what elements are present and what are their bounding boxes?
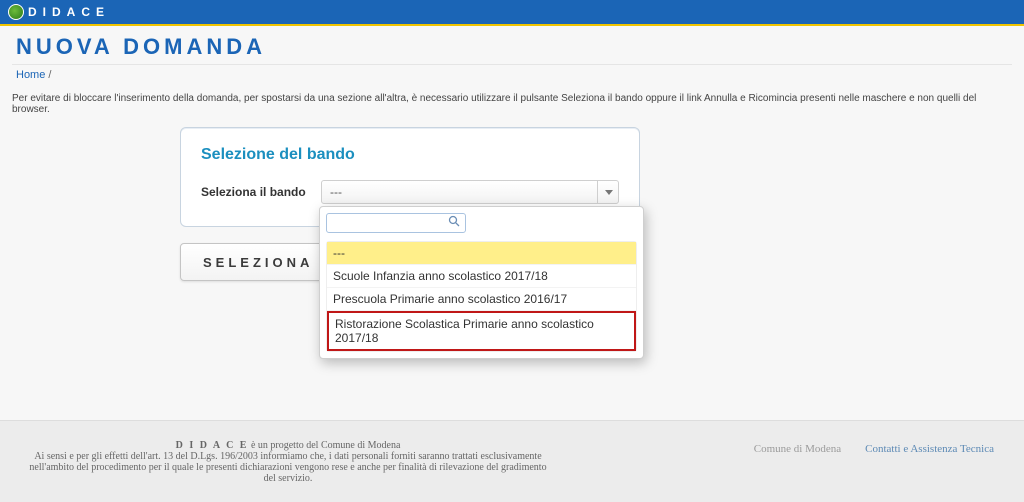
- header-bar: DIDACE: [0, 0, 1024, 26]
- breadcrumb-home[interactable]: Home: [16, 69, 45, 81]
- footer-link-tech[interactable]: Contatti e Assistenza Tecnica: [865, 443, 994, 455]
- selection-card: Selezione del bando Seleziona il bando -…: [180, 127, 640, 227]
- footer-link-comune[interactable]: Comune di Modena: [754, 443, 841, 455]
- field-label: Seleziona il bando: [201, 185, 321, 199]
- footer-brand-after: è un progetto del Comune di Modena: [251, 440, 400, 451]
- search-icon: [448, 215, 460, 230]
- logo-icon: [8, 4, 24, 20]
- dropdown-option-prescuola[interactable]: Prescuola Primarie anno scolastico 2016/…: [327, 288, 636, 311]
- card-title: Selezione del bando: [201, 146, 619, 164]
- footer-privacy: Ai sensi e per gli effetti dell'art. 13 …: [29, 451, 546, 484]
- breadcrumb: Home /: [12, 65, 1012, 87]
- breadcrumb-sep: /: [48, 69, 51, 81]
- dropdown-option-ristorazione[interactable]: Ristorazione Scolastica Primarie anno sc…: [327, 311, 636, 351]
- bando-select[interactable]: --- --- Scuole Infanzia anno scolastico …: [321, 180, 619, 204]
- page-title-wrap: NUOVA DOMANDA: [12, 26, 1012, 65]
- combo-dropdown: --- Scuole Infanzia anno scolastico 2017…: [319, 206, 644, 359]
- field-row: Seleziona il bando --- --- Scuole Infanz…: [201, 180, 619, 204]
- dropdown-option-placeholder[interactable]: ---: [327, 242, 636, 265]
- dropdown-search-wrap: [326, 213, 637, 233]
- footer-links: Comune di Modena Contatti e Assistenza T…: [754, 443, 994, 455]
- combo-display[interactable]: ---: [321, 180, 619, 204]
- footer-text: D I D A C E è un progetto del Comune di …: [28, 440, 548, 484]
- dropdown-option-infanzia[interactable]: Scuole Infanzia anno scolastico 2017/18: [327, 265, 636, 288]
- dropdown-search-input[interactable]: [326, 213, 466, 233]
- footer-brand: D I D A C E: [176, 440, 249, 451]
- dropdown-list: --- Scuole Infanzia anno scolastico 2017…: [326, 241, 637, 352]
- chevron-down-icon[interactable]: [597, 180, 619, 204]
- page-title: NUOVA DOMANDA: [16, 34, 1012, 60]
- footer: D I D A C E è un progetto del Comune di …: [0, 420, 1024, 502]
- hint-text: Per evitare di bloccare l'inserimento de…: [0, 87, 1024, 127]
- site-name: DIDACE: [28, 5, 110, 19]
